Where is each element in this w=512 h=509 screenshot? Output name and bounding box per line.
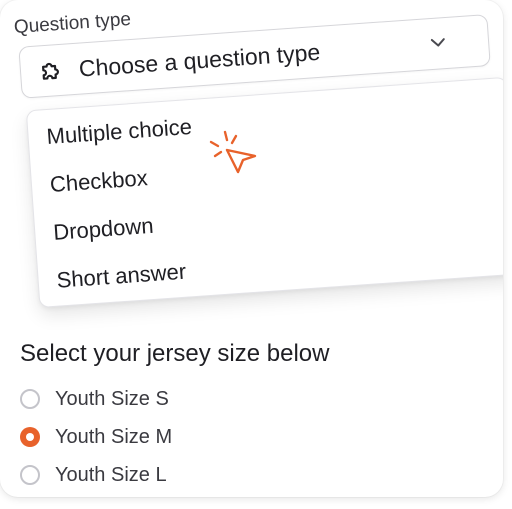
question-type-placeholder: Choose a question type [78, 38, 321, 82]
radio-label: Youth Size M [55, 425, 173, 448]
chevron-down-icon[interactable] [427, 32, 448, 53]
radio-button[interactable] [20, 465, 40, 485]
form-card: Question type Choose a question type Mul… [0, 0, 503, 497]
radio-option-youth-size-m[interactable]: Youth Size M [20, 424, 172, 450]
option-multiple-choice[interactable]: Multiple choice [46, 114, 193, 150]
radio-button-selected[interactable] [20, 427, 40, 447]
radio-label: Youth Size L [55, 463, 167, 486]
question-title: Select your jersey size below [20, 340, 330, 367]
option-checkbox[interactable]: Checkbox [49, 165, 148, 198]
puzzle-icon [42, 62, 59, 80]
option-short-answer[interactable]: Short answer [56, 259, 187, 294]
question-type-label: Question type [13, 8, 132, 39]
radio-option-youth-size-l[interactable]: Youth Size L [20, 462, 167, 488]
radio-button[interactable] [20, 389, 40, 409]
cursor-click-icon [209, 130, 257, 174]
radio-option-youth-size-s[interactable]: Youth Size S [20, 386, 169, 412]
option-dropdown[interactable]: Dropdown [52, 213, 154, 246]
radio-label: Youth Size S [55, 387, 169, 410]
question-type-dropdown: Multiple choice Checkbox Dropdown Short … [25, 76, 503, 308]
